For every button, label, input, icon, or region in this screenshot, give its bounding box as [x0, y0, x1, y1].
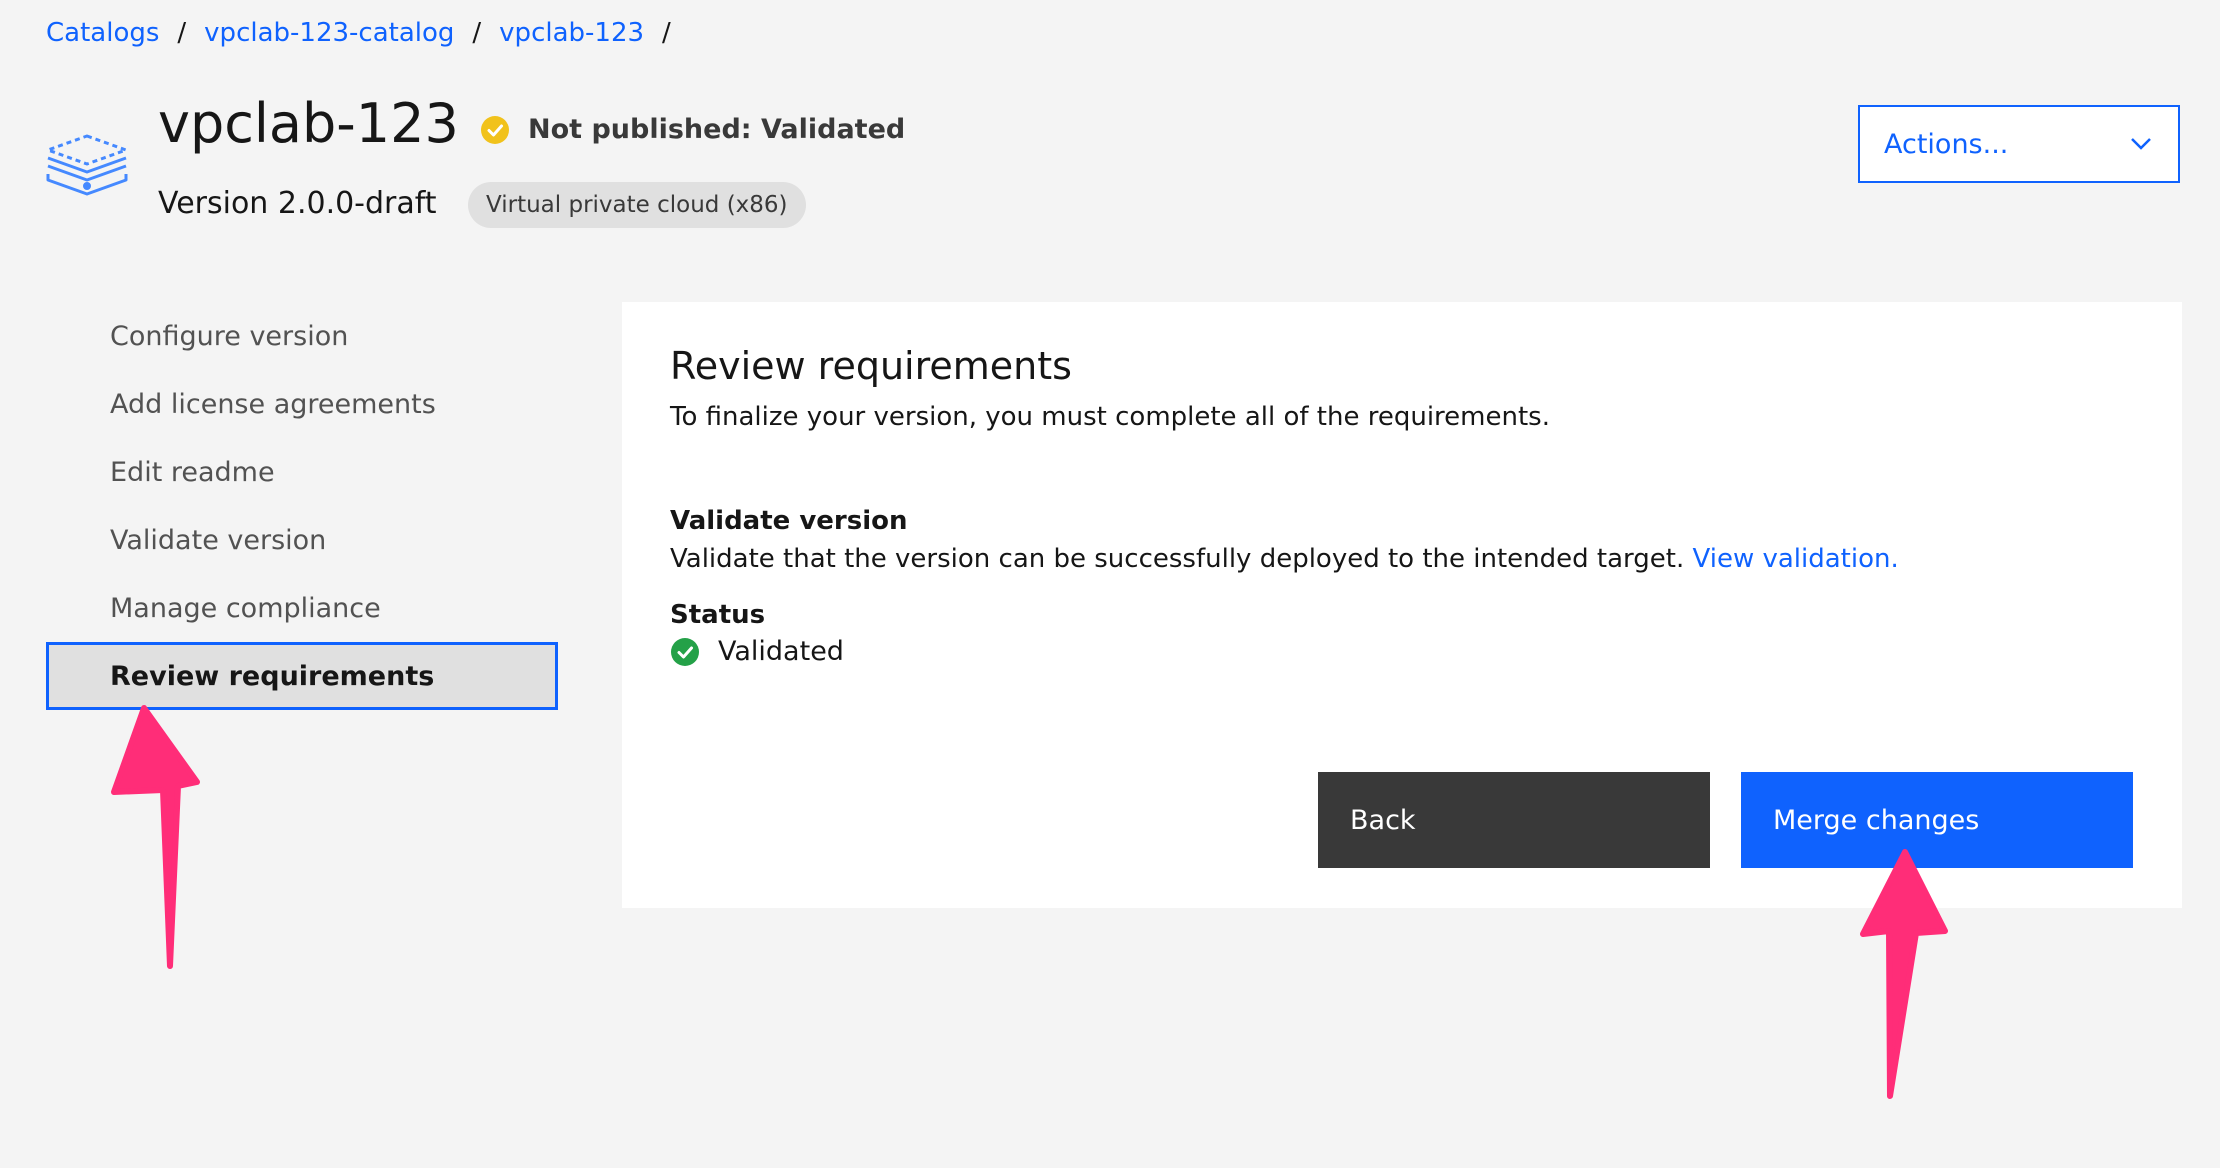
panel-description: To finalize your version, you must compl…	[670, 402, 1550, 432]
validate-section-description: Validate that the version can be success…	[670, 544, 1899, 574]
version-label: Version 2.0.0-draft	[158, 186, 437, 221]
breadcrumb-separator: /	[662, 18, 671, 48]
chevron-down-icon	[2131, 138, 2151, 150]
view-validation-link[interactable]: View validation.	[1693, 544, 1899, 574]
status-value: Validated	[718, 636, 844, 667]
publish-status-text: Not published: Validated	[528, 114, 906, 145]
breadcrumb-product[interactable]: vpclab-123	[499, 18, 644, 48]
annotation-arrow-sidebar	[111, 705, 200, 969]
publish-status: Not published: Validated	[480, 114, 905, 145]
breadcrumb: Catalogs / vpclab-123-catalog / vpclab-1…	[46, 18, 689, 48]
sidebar-item-manage-compliance[interactable]: Manage compliance	[46, 574, 558, 642]
sidebar-item-validate-version[interactable]: Validate version	[46, 506, 558, 574]
sidebar-item-review-requirements[interactable]: Review requirements	[46, 642, 558, 710]
review-requirements-panel: Review requirements To finalize your ver…	[622, 302, 2182, 908]
warning-check-icon	[481, 115, 509, 144]
sidebar-item-label: Manage compliance	[110, 592, 381, 624]
back-button[interactable]: Back	[1318, 772, 1710, 868]
back-button-label: Back	[1350, 804, 1416, 836]
sidebar-item-add-license-agreements[interactable]: Add license agreements	[46, 370, 558, 438]
breadcrumb-separator: /	[472, 18, 482, 48]
merge-changes-button[interactable]: Merge changes	[1741, 772, 2133, 868]
sidebar-item-label: Validate version	[110, 524, 327, 556]
sidebar-item-edit-readme[interactable]: Edit readme	[46, 438, 558, 506]
target-tag: Virtual private cloud (x86)	[468, 182, 806, 228]
sidebar-item-label: Edit readme	[110, 456, 275, 488]
status-row: Validated	[670, 636, 844, 667]
merge-changes-button-label: Merge changes	[1773, 804, 1980, 836]
breadcrumb-catalog[interactable]: vpclab-123-catalog	[204, 18, 454, 48]
validate-description-text: Validate that the version can be success…	[670, 544, 1685, 574]
page-title: vpclab-123	[158, 92, 459, 155]
sidebar-item-label: Add license agreements	[110, 388, 436, 420]
sidebar-item-label: Review requirements	[110, 660, 435, 692]
checkmark-filled-icon	[671, 637, 699, 666]
sidebar: Configure version Add license agreements…	[46, 302, 558, 710]
sidebar-item-configure-version[interactable]: Configure version	[46, 302, 558, 370]
actions-label: Actions...	[1884, 128, 2009, 160]
actions-dropdown[interactable]: Actions...	[1858, 105, 2180, 183]
stacked-layers-icon	[44, 132, 130, 196]
sidebar-item-label: Configure version	[110, 320, 349, 352]
status-label: Status	[670, 600, 766, 630]
breadcrumb-catalogs[interactable]: Catalogs	[46, 18, 159, 48]
panel-title: Review requirements	[670, 344, 1072, 388]
breadcrumb-separator: /	[177, 18, 187, 48]
validate-section-title: Validate version	[670, 506, 908, 536]
